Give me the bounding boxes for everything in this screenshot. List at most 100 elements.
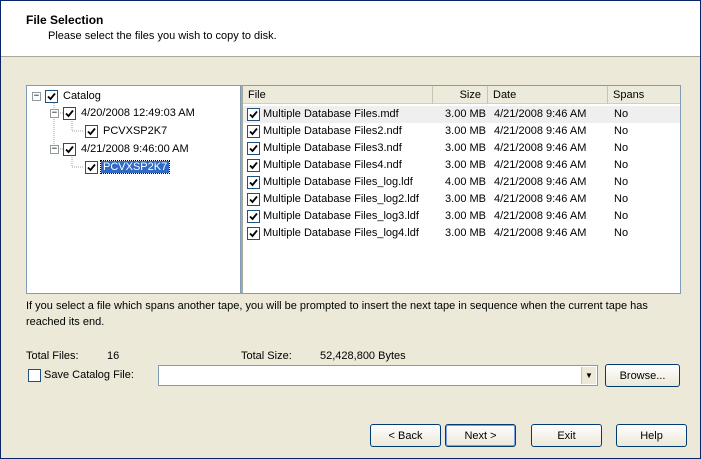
tree-node-catalog[interactable]: − Catalog — [32, 88, 103, 104]
file-row[interactable]: Multiple Database Files_log3.ldf 3.00 MB 4… — [243, 208, 680, 225]
catalog-tree[interactable]: − Catalog − 4/20/2008 12:49:03 AM PCVXSP… — [26, 85, 241, 294]
checkmark-icon — [249, 161, 258, 170]
tree-checkbox-session[interactable] — [63, 142, 76, 156]
file-name: Multiple Database Files_log2.ldf — [263, 193, 419, 205]
file-size: 3.00 MB — [445, 193, 486, 205]
tree-checkbox-session[interactable] — [63, 106, 76, 120]
collapse-icon[interactable]: − — [50, 144, 59, 154]
page-subtitle: Please select the files you wish to copy… — [48, 30, 277, 42]
file-date: 4/21/2008 9:46 AM — [494, 108, 587, 120]
file-checkbox[interactable] — [247, 210, 260, 223]
file-cell: Multiple Database Files_log.ldf — [243, 174, 433, 191]
total-size-label: Total Size: — [241, 350, 292, 362]
file-size: 3.00 MB — [445, 159, 486, 171]
file-date: 4/21/2008 9:46 AM — [494, 125, 587, 137]
tree-node-label: PCVXSP2K7 — [103, 125, 168, 137]
tree-node-server[interactable]: PCVXSP2K7 — [85, 123, 169, 139]
file-list[interactable]: File Size Date Spans Multiple Database F… — [241, 85, 681, 294]
file-size: 3.00 MB — [445, 108, 486, 120]
tree-node-session[interactable]: − 4/21/2008 9:46:00 AM — [50, 141, 191, 157]
file-size: 3.00 MB — [445, 210, 486, 222]
file-row[interactable]: Multiple Database Files3.ndf 3.00 MB 4/21/… — [243, 140, 680, 157]
file-size: 3.00 MB — [445, 125, 486, 137]
checkmark-icon — [249, 144, 258, 153]
checkmark-icon — [87, 127, 96, 135]
file-row[interactable]: Multiple Database Files.mdf 3.00 MB 4/21/2… — [243, 106, 680, 123]
save-catalog-checkbox[interactable] — [28, 369, 41, 382]
checkmark-icon — [47, 92, 56, 100]
checkmark-icon — [249, 195, 258, 204]
file-spans: No — [614, 108, 629, 120]
file-checkbox[interactable] — [247, 125, 260, 138]
checkmark-icon — [65, 145, 74, 153]
file-name: Multiple Database Files_log.ldf — [263, 176, 413, 188]
file-date: 4/21/2008 9:46 AM — [494, 210, 587, 222]
file-cell: Multiple Database Files4.ndf — [243, 157, 433, 174]
file-name: Multiple Database Files4.ndf — [263, 159, 402, 171]
file-row[interactable]: Multiple Database Files_log4.ldf 3.00 MB 4… — [243, 225, 680, 242]
help-button[interactable]: Help — [616, 424, 687, 447]
file-cell: Multiple Database Files_log2.ldf — [243, 191, 433, 208]
file-row[interactable]: Multiple Database Files2.ndf 3.00 MB 4/21/… — [243, 123, 680, 140]
tree-node-label: 4/20/2008 12:49:03 AM — [81, 107, 195, 119]
file-spans: No — [614, 193, 629, 205]
checkmark-icon — [249, 127, 258, 136]
file-name: Multiple Database Files.mdf — [263, 108, 399, 120]
column-header-file[interactable]: File — [243, 86, 433, 104]
file-name: Multiple Database Files_log3.ldf — [263, 210, 419, 222]
next-button[interactable]: Next > — [445, 424, 516, 447]
file-date: 4/21/2008 9:46 AM — [494, 176, 587, 188]
file-checkbox[interactable] — [247, 176, 260, 189]
checkmark-icon — [65, 109, 74, 117]
file-date: 4/21/2008 9:46 AM — [494, 142, 587, 154]
file-cell: Multiple Database Files3.ndf — [243, 140, 433, 157]
catalog-file-combo[interactable]: ▼ — [158, 365, 598, 386]
file-size: 3.00 MB — [445, 142, 486, 154]
file-spans: No — [614, 176, 629, 188]
tree-checkbox-server[interactable] — [85, 160, 98, 174]
file-size: 3.00 MB — [445, 227, 486, 239]
file-row[interactable]: Multiple Database Files4.ndf 3.00 MB 4/21/… — [243, 157, 680, 174]
file-date: 4/21/2008 9:46 AM — [494, 159, 587, 171]
tree-node-label: PCVXSP2K7 — [99, 160, 171, 174]
browse-button[interactable]: Browse... — [605, 364, 680, 387]
file-name: Multiple Database Files3.ndf — [263, 142, 402, 154]
file-checkbox[interactable] — [247, 227, 260, 240]
tree-node-label: Catalog — [63, 90, 101, 102]
file-spans: No — [614, 159, 629, 171]
tree-checkbox-catalog[interactable] — [45, 89, 58, 103]
total-files-value: 16 — [107, 350, 120, 362]
exit-button[interactable]: Exit — [531, 424, 602, 447]
collapse-icon[interactable]: − — [50, 108, 59, 118]
dropdown-arrow-icon[interactable]: ▼ — [581, 367, 596, 384]
file-checkbox[interactable] — [247, 108, 260, 121]
file-spans: No — [614, 227, 629, 239]
checkmark-icon — [87, 163, 96, 171]
page-title: File Selection — [26, 13, 104, 27]
file-row[interactable]: Multiple Database Files_log2.ldf 3.00 MB 4… — [243, 191, 680, 208]
file-checkbox[interactable] — [247, 193, 260, 206]
back-button[interactable]: < Back — [370, 424, 441, 447]
file-spans: No — [614, 142, 629, 154]
tree-checkbox-server[interactable] — [85, 124, 98, 138]
column-header-size[interactable]: Size — [433, 86, 488, 104]
collapse-icon[interactable]: − — [32, 91, 41, 101]
file-checkbox[interactable] — [247, 142, 260, 155]
checkmark-icon — [249, 229, 258, 238]
file-row[interactable]: Multiple Database Files_log.ldf 4.00 MB 4/… — [243, 174, 680, 191]
file-checkbox[interactable] — [247, 159, 260, 172]
total-files-label: Total Files: — [26, 350, 79, 362]
tree-node-label: 4/21/2008 9:46:00 AM — [81, 143, 189, 155]
file-selection-dialog: File Selection Please select the files y… — [0, 0, 701, 459]
file-name: Multiple Database Files_log4.ldf — [263, 227, 419, 239]
tree-node-server-selected[interactable]: PCVXSP2K7 — [85, 159, 171, 175]
checkmark-icon — [249, 110, 258, 119]
file-date: 4/21/2008 9:46 AM — [494, 227, 587, 239]
file-cell: Multiple Database Files_log3.ldf — [243, 208, 433, 225]
file-cell: Multiple Database Files.mdf — [243, 106, 433, 123]
column-header-spans[interactable]: Spans — [608, 86, 680, 104]
tree-node-session[interactable]: − 4/20/2008 12:49:03 AM — [50, 105, 197, 121]
catalog-file-input[interactable] — [159, 366, 579, 385]
column-header-date[interactable]: Date — [488, 86, 608, 104]
file-size: 4.00 MB — [445, 176, 486, 188]
